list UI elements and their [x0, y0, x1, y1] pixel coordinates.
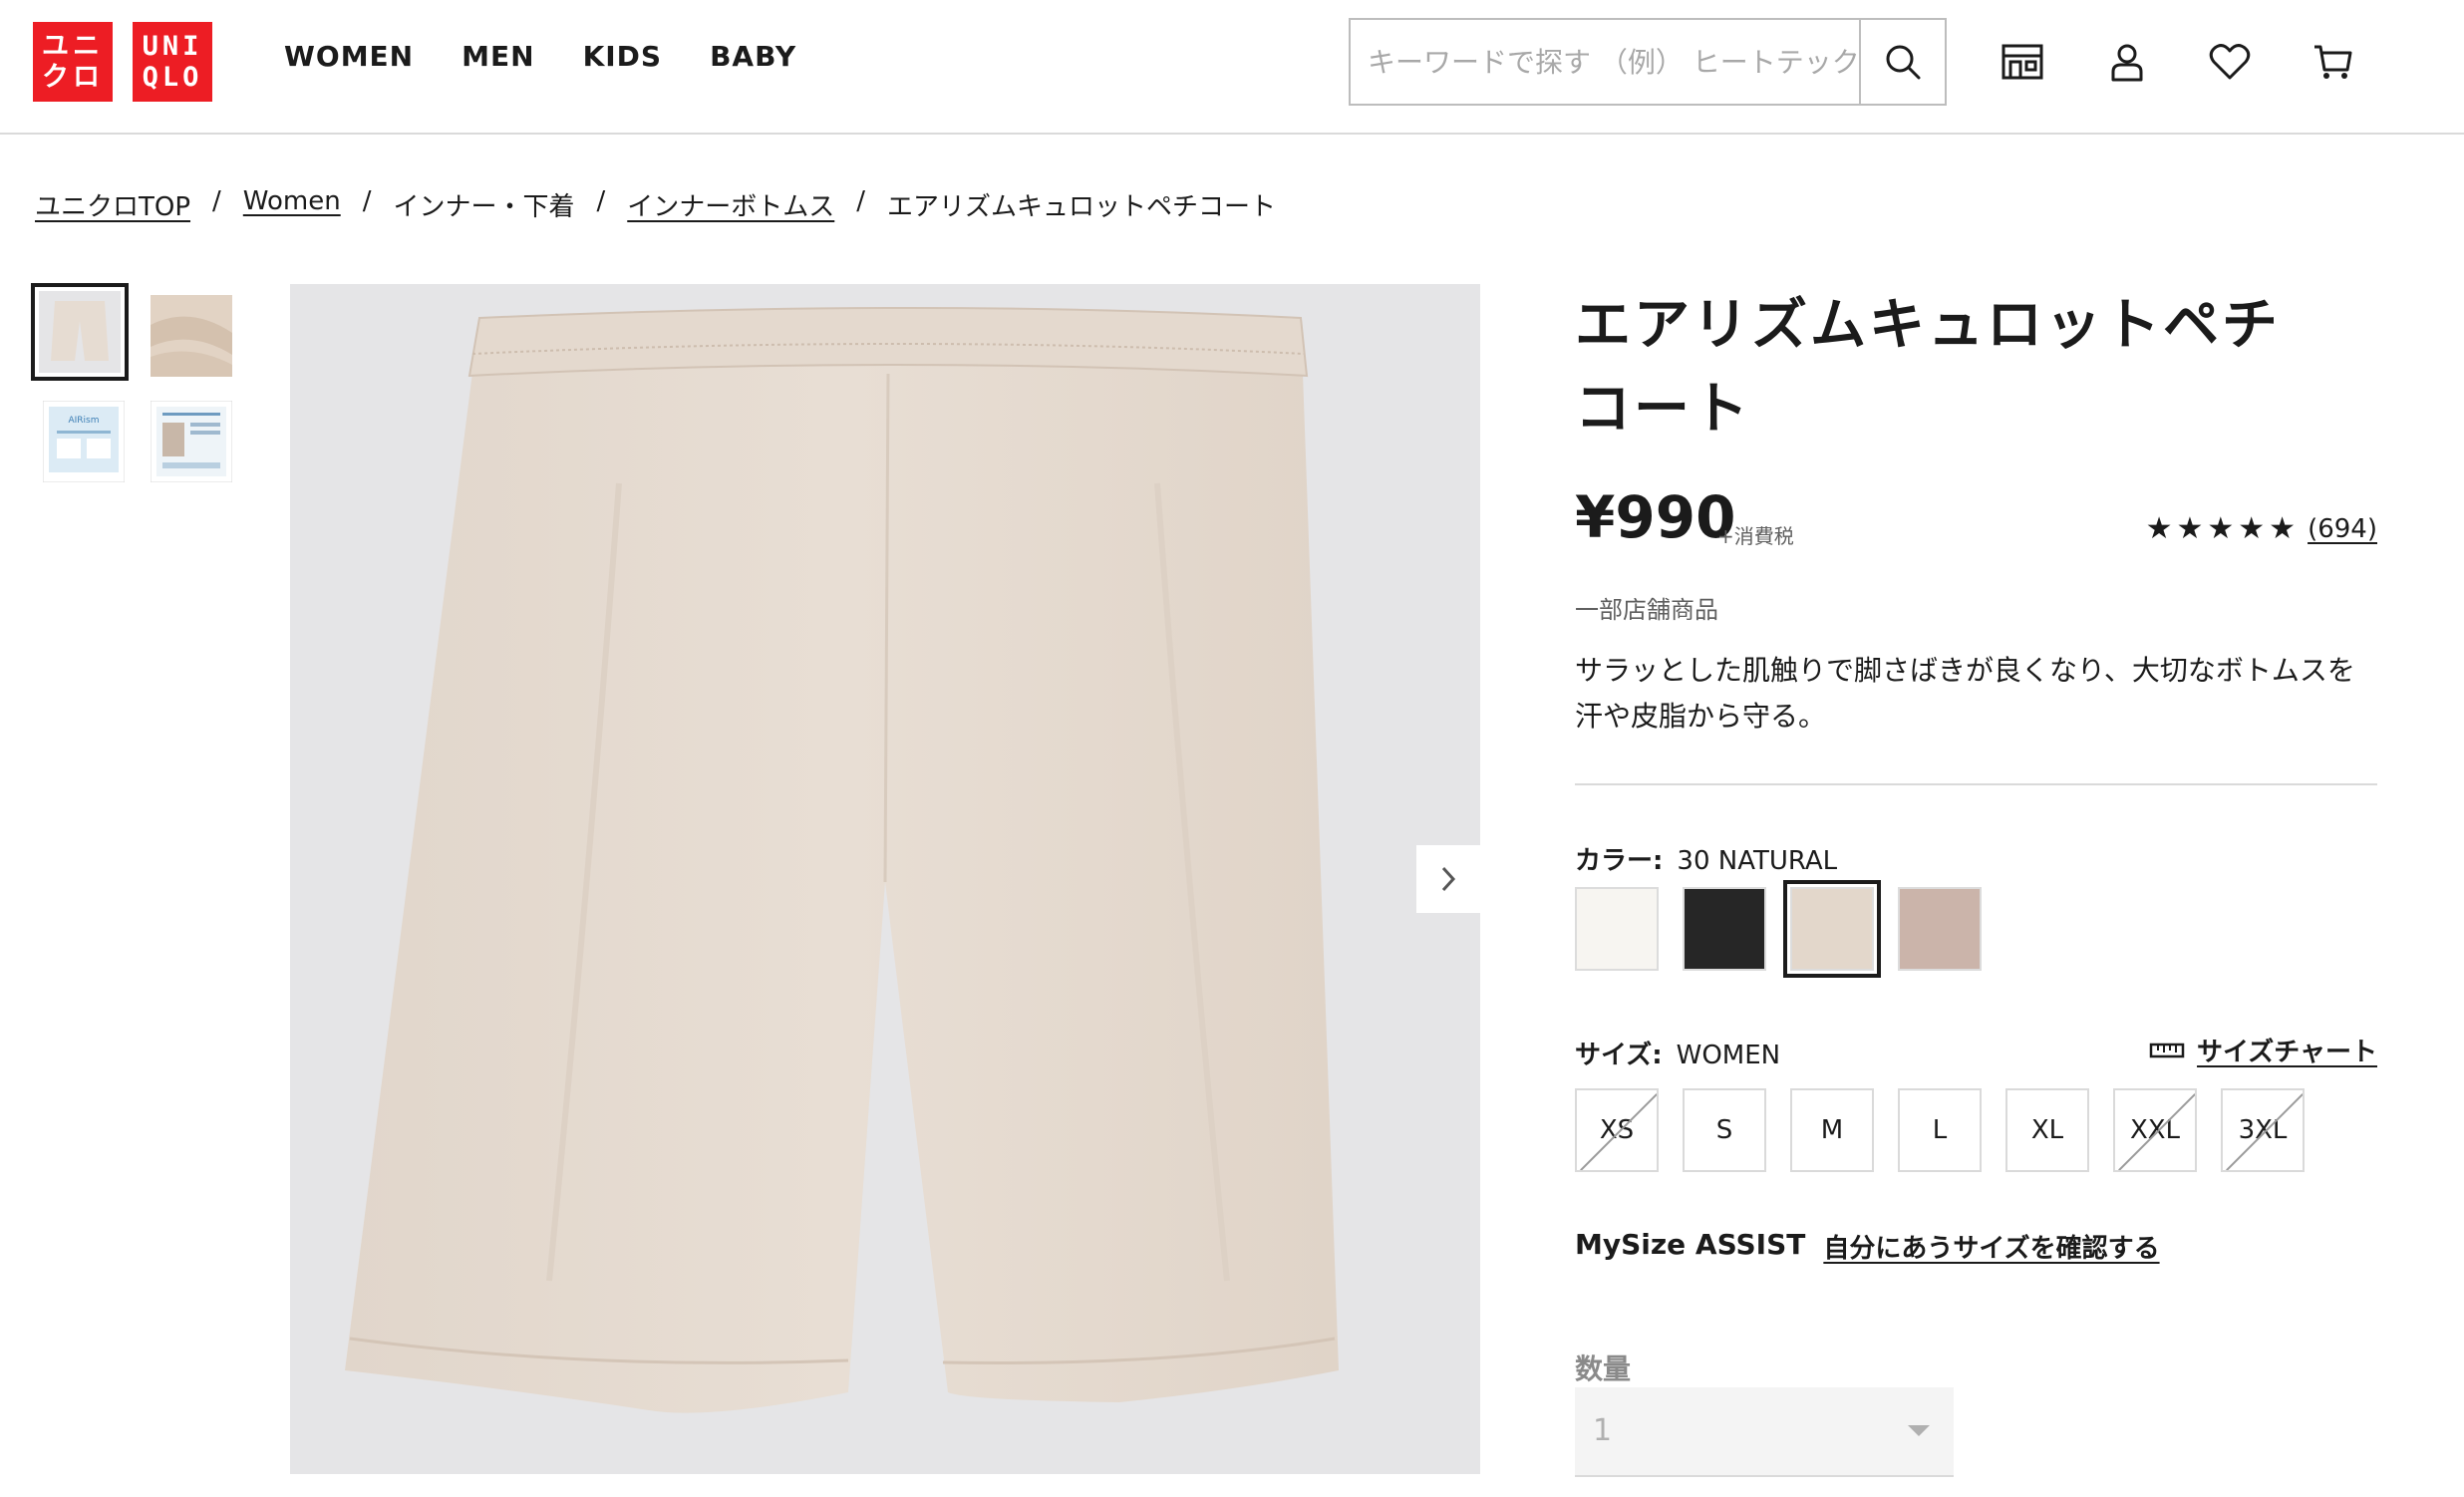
size-chart-link[interactable]: サイズチャート: [2149, 1032, 2377, 1068]
size-s[interactable]: S: [1683, 1088, 1766, 1172]
color-swatch-black[interactable]: [1683, 887, 1766, 971]
logo-text-line: ユニ: [42, 31, 104, 62]
product-title: エアリズムキュロットペチコート: [1575, 293, 2281, 442]
thumbnail-1[interactable]: [31, 283, 129, 381]
mysize-assist: MySize ASSIST 自分にあうサイズを確認する: [1575, 1228, 2160, 1265]
svg-text:AIRism: AIRism: [68, 416, 99, 426]
search-box: [1349, 18, 1947, 106]
mysize-link[interactable]: 自分にあうサイズを確認する: [1823, 1228, 2159, 1265]
thumbnail-4[interactable]: [151, 401, 232, 482]
size-chart-label: サイズチャート: [2197, 1038, 2377, 1067]
size-l[interactable]: L: [1898, 1088, 1982, 1172]
logo-text-line: UNI: [142, 31, 203, 62]
ruler-icon: [2149, 1043, 2185, 1057]
heart-icon[interactable]: [2206, 38, 2254, 86]
store-availability-note: 一部店舗商品: [1575, 596, 1718, 624]
quantity-label: 数量: [1575, 1352, 1632, 1385]
chevron-down-icon: [1908, 1425, 1930, 1436]
color-label-title: カラー:: [1575, 846, 1664, 876]
swatch-fill: [1898, 887, 1982, 971]
search-icon: [1886, 45, 1921, 80]
main-nav: WOMEN MEN KIDS BABY: [284, 40, 844, 73]
uniqlo-logo-katakana[interactable]: ユニ クロ: [33, 22, 113, 102]
product-description: サラッとした肌触りで脚さばきが良くなり、大切なボトムスを汗や皮脂から守る。: [1575, 654, 2355, 733]
breadcrumb-women[interactable]: Women: [243, 186, 341, 223]
swatch-fill: [1575, 887, 1659, 971]
divider: [1575, 783, 2377, 785]
breadcrumb-current: エアリズムキュロットペチコート: [887, 192, 1277, 222]
breadcrumb-innerwear: インナー・下着: [393, 192, 575, 222]
quantity-value: 1: [1593, 1413, 1613, 1448]
tax-note: +消費税: [1717, 524, 1794, 548]
swatch-fill: [1683, 887, 1766, 971]
breadcrumb-separator: /: [856, 186, 866, 216]
logo-text-line: QLO: [142, 62, 203, 93]
color-swatch-off-white[interactable]: [1575, 887, 1659, 971]
breadcrumb-separator: /: [362, 186, 372, 216]
quantity-select[interactable]: 1: [1575, 1387, 1954, 1477]
uniqlo-logo[interactable]: UNI QLO: [133, 22, 212, 102]
breadcrumb-top[interactable]: ユニクロTOP: [35, 186, 190, 223]
site-header: ユニ クロ UNI QLO WOMEN MEN KIDS BABY: [0, 0, 2464, 135]
size-xs[interactable]: XS: [1575, 1088, 1659, 1172]
breadcrumb-separator: /: [212, 186, 221, 216]
chevron-right-icon: [1441, 866, 1456, 892]
breadcrumb-separator: /: [596, 186, 606, 216]
nav-men[interactable]: MEN: [462, 40, 534, 73]
product-main-image[interactable]: [290, 284, 1480, 1474]
color-swatch-pink-beige[interactable]: [1898, 887, 1982, 971]
rating: ★★★★★ (694): [2146, 511, 2377, 546]
size-label-title: サイズ:: [1575, 1041, 1663, 1070]
size-m[interactable]: M: [1790, 1088, 1874, 1172]
review-count-link[interactable]: (694): [2308, 514, 2377, 544]
thumbnail-3[interactable]: AIRism: [43, 401, 125, 482]
color-label: カラー: 30 NATURAL: [1575, 840, 1837, 877]
size-3xl[interactable]: 3XL: [2221, 1088, 2305, 1172]
account-icon[interactable]: [2103, 38, 2151, 86]
mysize-title: MySize ASSIST: [1575, 1228, 1806, 1261]
cart-icon[interactable]: [2309, 38, 2356, 86]
next-image-button[interactable]: [1416, 845, 1480, 913]
size-label: サイズ: WOMEN: [1575, 1035, 1780, 1071]
store-icon[interactable]: [1999, 38, 2046, 86]
color-label-value: 30 NATURAL: [1677, 846, 1838, 876]
search-button[interactable]: [1859, 20, 1945, 104]
swatch-fill: [1790, 887, 1874, 971]
size-xl[interactable]: XL: [2005, 1088, 2089, 1172]
product-price: ¥990: [1575, 483, 1736, 551]
color-swatch-natural[interactable]: [1783, 880, 1881, 978]
nav-kids[interactable]: KIDS: [583, 40, 663, 73]
rating-stars: ★★★★★: [2145, 511, 2301, 546]
thumbnail-2[interactable]: [151, 295, 232, 377]
logo-text-line: クロ: [42, 62, 104, 93]
breadcrumb-inner-bottoms[interactable]: インナーボトムス: [627, 186, 834, 223]
nav-baby[interactable]: BABY: [710, 40, 796, 73]
size-label-value: WOMEN: [1676, 1041, 1781, 1070]
culotte-garment-image: [345, 307, 1339, 1413]
search-input[interactable]: [1351, 20, 1859, 104]
breadcrumb: ユニクロTOP / Women / インナー・下着 / インナーボトムス / エ…: [35, 186, 1276, 223]
size-xxl[interactable]: XXL: [2113, 1088, 2197, 1172]
nav-women[interactable]: WOMEN: [284, 40, 414, 73]
